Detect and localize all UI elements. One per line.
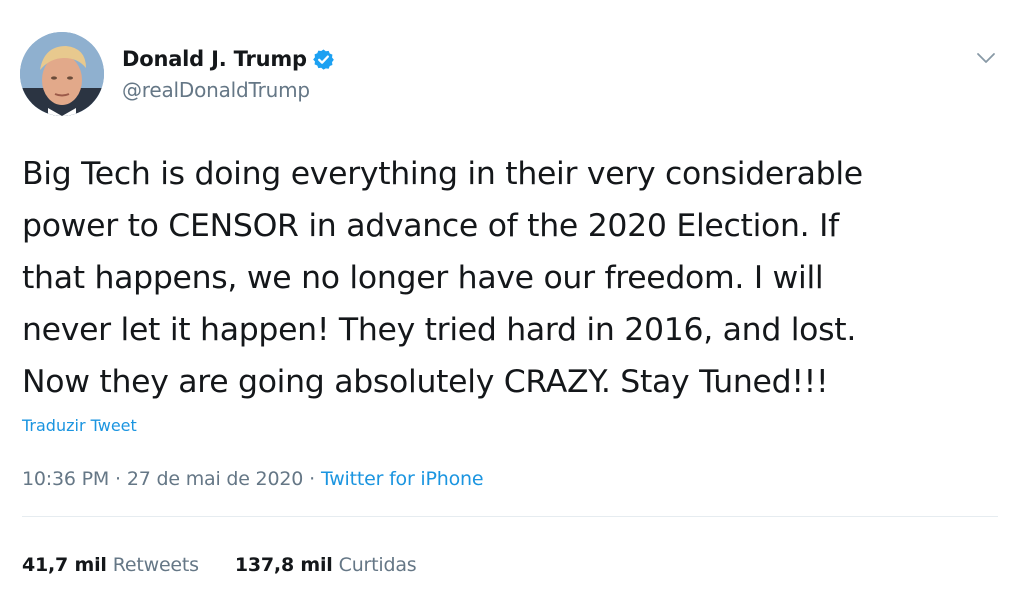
tweet-metadata: 10:36 PM · 27 de mai de 2020 · Twitter f… [22,468,484,490]
user-info[interactable]: Donald J. Trump @realDonaldTrump [122,44,335,102]
retweets-count: 41,7 mil [22,554,107,576]
tweet-card: Donald J. Trump @realDonaldTrump Big Tec… [0,0,1024,603]
tweet-text-line: never let it happen! They tried hard in … [22,312,857,348]
meta-separator: · [115,468,121,490]
tweet-source-link[interactable]: Twitter for iPhone [321,468,484,490]
divider [22,516,998,517]
tweet-stats: 41,7 mil Retweets 137,8 mil Curtidas [22,554,417,576]
profile-avatar-image [20,32,104,116]
chevron-down-icon [977,53,995,63]
tweet-text-line: that happens, we no longer have our free… [22,260,824,296]
meta-separator: · [309,468,315,490]
likes-count: 137,8 mil [234,554,333,576]
retweets-label: Retweets [112,554,199,576]
user-handle[interactable]: @realDonaldTrump [122,78,335,102]
tweet-text-line: power to CENSOR in advance of the 2020 E… [22,208,839,244]
likes-label: Curtidas [338,554,417,576]
tweet-menu-button[interactable] [972,44,1000,72]
verified-badge-icon [312,48,335,71]
tweet-time[interactable]: 10:36 PM [22,468,109,490]
tweet-date[interactable]: 27 de mai de 2020 [127,468,303,490]
tweet-text-line: Now they are going absolutely CRAZY. Sta… [22,364,829,400]
display-name[interactable]: Donald J. Trump [122,47,307,71]
display-name-row: Donald J. Trump [122,44,335,74]
retweets-stat[interactable]: 41,7 mil Retweets [22,554,199,576]
tweet-text: Big Tech is doing everything in their ve… [22,148,1002,408]
avatar[interactable] [20,32,104,116]
translate-tweet-link[interactable]: Traduzir Tweet [22,416,137,435]
likes-stat[interactable]: 137,8 mil Curtidas [235,554,417,576]
tweet-text-line: Big Tech is doing everything in their ve… [22,156,863,192]
